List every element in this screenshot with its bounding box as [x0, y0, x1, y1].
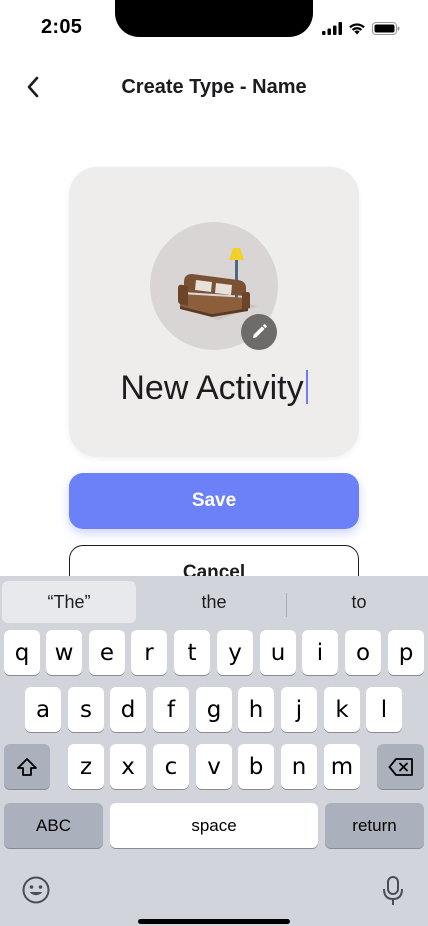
key-m[interactable]: m: [324, 744, 360, 789]
page-title: Create Type - Name: [121, 76, 307, 98]
save-button[interactable]: Save: [69, 473, 359, 529]
key-u[interactable]: u: [260, 630, 296, 675]
key-q[interactable]: q: [4, 630, 40, 675]
emoji-button[interactable]: [20, 874, 52, 906]
edit-image-button[interactable]: [241, 314, 277, 350]
activity-name-value: New Activity: [120, 369, 304, 407]
key-y[interactable]: y: [217, 630, 253, 675]
space-key[interactable]: space: [110, 803, 318, 848]
key-e[interactable]: e: [89, 630, 125, 675]
dictation-button[interactable]: [378, 874, 408, 908]
signal-icon: [322, 22, 342, 35]
key-w[interactable]: w: [46, 630, 82, 675]
key-a[interactable]: a: [25, 687, 61, 732]
key-s[interactable]: s: [68, 687, 104, 732]
pencil-icon: [253, 324, 267, 338]
shift-key[interactable]: [4, 744, 50, 789]
suggestion-item[interactable]: the: [146, 581, 282, 623]
abc-key[interactable]: ABC: [4, 803, 103, 848]
key-f[interactable]: f: [153, 687, 189, 732]
suggestion-bar: “The” the to: [0, 580, 428, 624]
status-bar: 2:05: [0, 0, 428, 54]
microphone-icon: [383, 876, 403, 905]
home-indicator: [138, 919, 290, 924]
key-v[interactable]: v: [196, 744, 232, 789]
status-icons: [322, 22, 400, 35]
key-b[interactable]: b: [238, 744, 274, 789]
key-x[interactable]: x: [110, 744, 146, 789]
key-n[interactable]: n: [281, 744, 317, 789]
key-r[interactable]: r: [131, 630, 167, 675]
backspace-icon: [388, 757, 413, 776]
emoji-icon: [22, 876, 50, 904]
key-j[interactable]: j: [281, 687, 317, 732]
key-p[interactable]: p: [388, 630, 424, 675]
key-l[interactable]: l: [366, 687, 402, 732]
suggestion-item[interactable]: to: [292, 581, 426, 623]
key-i[interactable]: i: [302, 630, 338, 675]
key-z[interactable]: z: [68, 744, 104, 789]
device-notch: [115, 0, 313, 37]
key-d[interactable]: d: [110, 687, 146, 732]
header: Create Type - Name: [0, 62, 428, 112]
key-k[interactable]: k: [324, 687, 360, 732]
wifi-icon: [349, 23, 365, 35]
text-caret: [305, 370, 308, 404]
key-g[interactable]: g: [196, 687, 232, 732]
activity-name-input[interactable]: New Activity: [69, 369, 359, 408]
return-key[interactable]: return: [325, 803, 424, 848]
key-h[interactable]: h: [238, 687, 274, 732]
key-o[interactable]: o: [345, 630, 381, 675]
shift-icon: [17, 757, 37, 776]
key-c[interactable]: c: [153, 744, 189, 789]
battery-icon: [372, 22, 400, 35]
backspace-key[interactable]: [377, 744, 424, 789]
suggestion-item[interactable]: “The”: [2, 581, 136, 623]
status-time: 2:05: [41, 16, 83, 38]
activity-card: New Activity: [69, 167, 359, 457]
keyboard: “The” the to q w e r t y u i o p a s d f…: [0, 576, 428, 926]
key-t[interactable]: t: [174, 630, 210, 675]
suggestion-divider: [286, 593, 287, 617]
